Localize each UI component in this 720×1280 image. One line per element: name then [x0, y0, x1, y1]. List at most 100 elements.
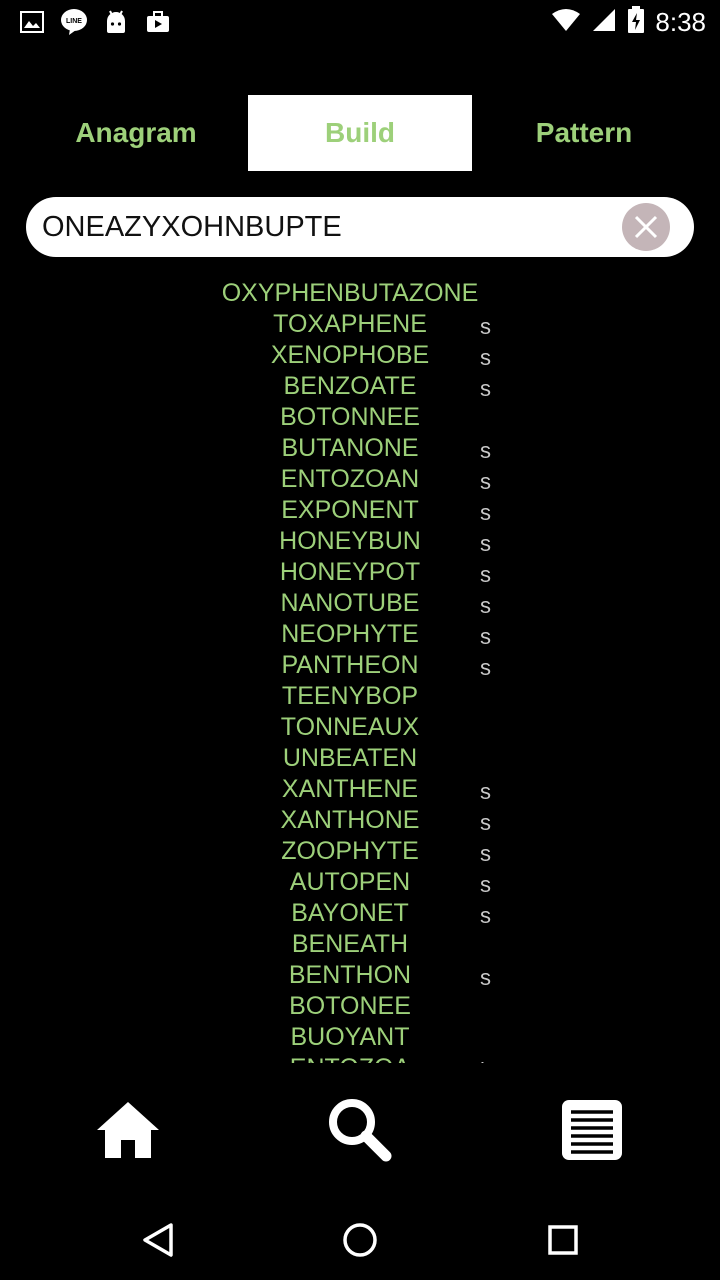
- android-icon: [102, 8, 130, 36]
- result-word: ZOOPHYTE: [281, 837, 419, 865]
- result-row[interactable]: HONEYBUN s: [0, 526, 720, 557]
- signal-icon: [591, 7, 617, 37]
- result-row[interactable]: HONEYPOT s: [0, 557, 720, 588]
- result-suffix: s: [480, 500, 491, 525]
- letters-search-box: [26, 197, 694, 257]
- result-row[interactable]: XANTHONE s: [0, 805, 720, 836]
- list-button[interactable]: [552, 1090, 632, 1170]
- result-word: HONEYPOT: [279, 558, 421, 586]
- result-suffix: s: [480, 841, 491, 866]
- result-word: XANTHONE: [280, 806, 420, 834]
- result-suffix: s: [480, 531, 491, 556]
- result-word: BOTONEE: [289, 992, 411, 1020]
- back-button[interactable]: [133, 1215, 183, 1265]
- result-suffix: s: [480, 624, 491, 649]
- result-word: AUTOPEN: [289, 868, 411, 896]
- result-row[interactable]: XANTHENE s: [0, 774, 720, 805]
- result-word: HONEYBUN: [279, 527, 421, 555]
- svg-text:LINE: LINE: [66, 18, 82, 25]
- tab-pattern[interactable]: Pattern: [472, 95, 696, 171]
- result-word: XENOPHOBE: [270, 341, 430, 369]
- result-row[interactable]: TONNEAUX: [0, 712, 720, 743]
- system-status: 8:38: [551, 6, 706, 38]
- result-suffix: s: [480, 872, 491, 897]
- result-word: BAYONET: [291, 899, 409, 927]
- result-suffix: s: [480, 314, 491, 339]
- home-system-button[interactable]: [335, 1215, 385, 1265]
- recents-button[interactable]: [538, 1215, 588, 1265]
- result-row[interactable]: BAYONET s: [0, 898, 720, 929]
- status-bar: LINE 8:38: [0, 0, 720, 48]
- search-button[interactable]: [320, 1090, 400, 1170]
- recents-icon: [548, 1225, 578, 1255]
- result-row[interactable]: TOXAPHENE s: [0, 309, 720, 340]
- result-word: UNBEATEN: [282, 744, 418, 772]
- result-row[interactable]: BUOYANT: [0, 1022, 720, 1053]
- result-word: ENTOZOAN: [280, 465, 420, 493]
- result-suffix: s: [480, 469, 491, 494]
- result-row[interactable]: BUTANONE s: [0, 433, 720, 464]
- home-icon: [97, 1102, 159, 1158]
- result-row[interactable]: BENZOATE s: [0, 371, 720, 402]
- image-icon: [18, 8, 46, 36]
- result-word: BENTHON: [288, 961, 412, 989]
- result-suffix: s: [480, 903, 491, 928]
- result-row[interactable]: EXPONENT s: [0, 495, 720, 526]
- notification-icons: LINE: [18, 8, 172, 36]
- result-word: ENTOZOA: [0, 1053, 700, 1063]
- result-word: PANTHEON: [281, 651, 419, 679]
- letters-input[interactable]: [42, 205, 622, 249]
- result-suffix: s: [480, 810, 491, 835]
- result-word: BENEATH: [291, 930, 409, 958]
- result-suffix: l: [480, 1055, 485, 1063]
- list-icon: [562, 1100, 622, 1160]
- result-row[interactable]: NEOPHYTE s: [0, 619, 720, 650]
- result-word: EXPONENT: [281, 496, 419, 524]
- line-app-icon: LINE: [60, 8, 88, 36]
- result-row[interactable]: AUTOPEN s: [0, 867, 720, 898]
- result-row[interactable]: ENTOZOAN s: [0, 464, 720, 495]
- result-word: TONNEAUX: [280, 713, 420, 741]
- result-row[interactable]: ENTOZOAl: [0, 1053, 720, 1063]
- result-row[interactable]: BOTONNEE: [0, 402, 720, 433]
- result-word: BUOYANT: [290, 1023, 410, 1051]
- result-row[interactable]: XENOPHOBE s: [0, 340, 720, 371]
- result-word: NEOPHYTE: [281, 620, 419, 648]
- result-word: BUTANONE: [281, 434, 419, 462]
- result-suffix: s: [480, 438, 491, 463]
- result-suffix: s: [480, 562, 491, 587]
- result-row[interactable]: NANOTUBE s: [0, 588, 720, 619]
- word-results-list[interactable]: OXYPHENBUTAZONE TOXAPHENE s XENOPHOBE s BENZO…: [0, 278, 720, 1063]
- result-row[interactable]: BENEATH: [0, 929, 720, 960]
- result-row[interactable]: TEENYBOP: [0, 681, 720, 712]
- result-word: OXYPHENBUTAZONE: [221, 279, 479, 307]
- result-row[interactable]: BENTHON s: [0, 960, 720, 991]
- system-navigation-bar: [0, 1195, 720, 1280]
- result-word: BOTONNEE: [280, 403, 420, 431]
- tab-anagram[interactable]: Anagram: [24, 95, 248, 171]
- mode-tabs: Anagram Build Pattern: [24, 95, 696, 171]
- result-word: TOXAPHENE: [273, 310, 427, 338]
- home-circle-icon: [343, 1223, 377, 1257]
- tab-build[interactable]: Build: [248, 95, 472, 171]
- result-word: BENZOATE: [283, 372, 417, 400]
- briefcase-icon: [144, 8, 172, 36]
- result-suffix: s: [480, 376, 491, 401]
- back-icon: [143, 1223, 173, 1257]
- result-suffix: s: [480, 779, 491, 804]
- result-suffix: s: [480, 655, 491, 680]
- result-row[interactable]: BOTONEE: [0, 991, 720, 1022]
- result-row[interactable]: UNBEATEN: [0, 743, 720, 774]
- bottom-navigation: [0, 1075, 720, 1185]
- clock: 8:38: [655, 6, 706, 37]
- result-row[interactable]: OXYPHENBUTAZONE: [0, 278, 720, 309]
- result-row[interactable]: ZOOPHYTE s: [0, 836, 720, 867]
- result-suffix: s: [480, 345, 491, 370]
- home-button[interactable]: [88, 1090, 168, 1170]
- search-icon: [329, 1099, 392, 1162]
- clear-button[interactable]: [622, 203, 670, 251]
- result-row[interactable]: PANTHEON s: [0, 650, 720, 681]
- result-word: NANOTUBE: [280, 589, 420, 617]
- close-icon: [634, 215, 658, 239]
- battery-charging-icon: [627, 6, 645, 38]
